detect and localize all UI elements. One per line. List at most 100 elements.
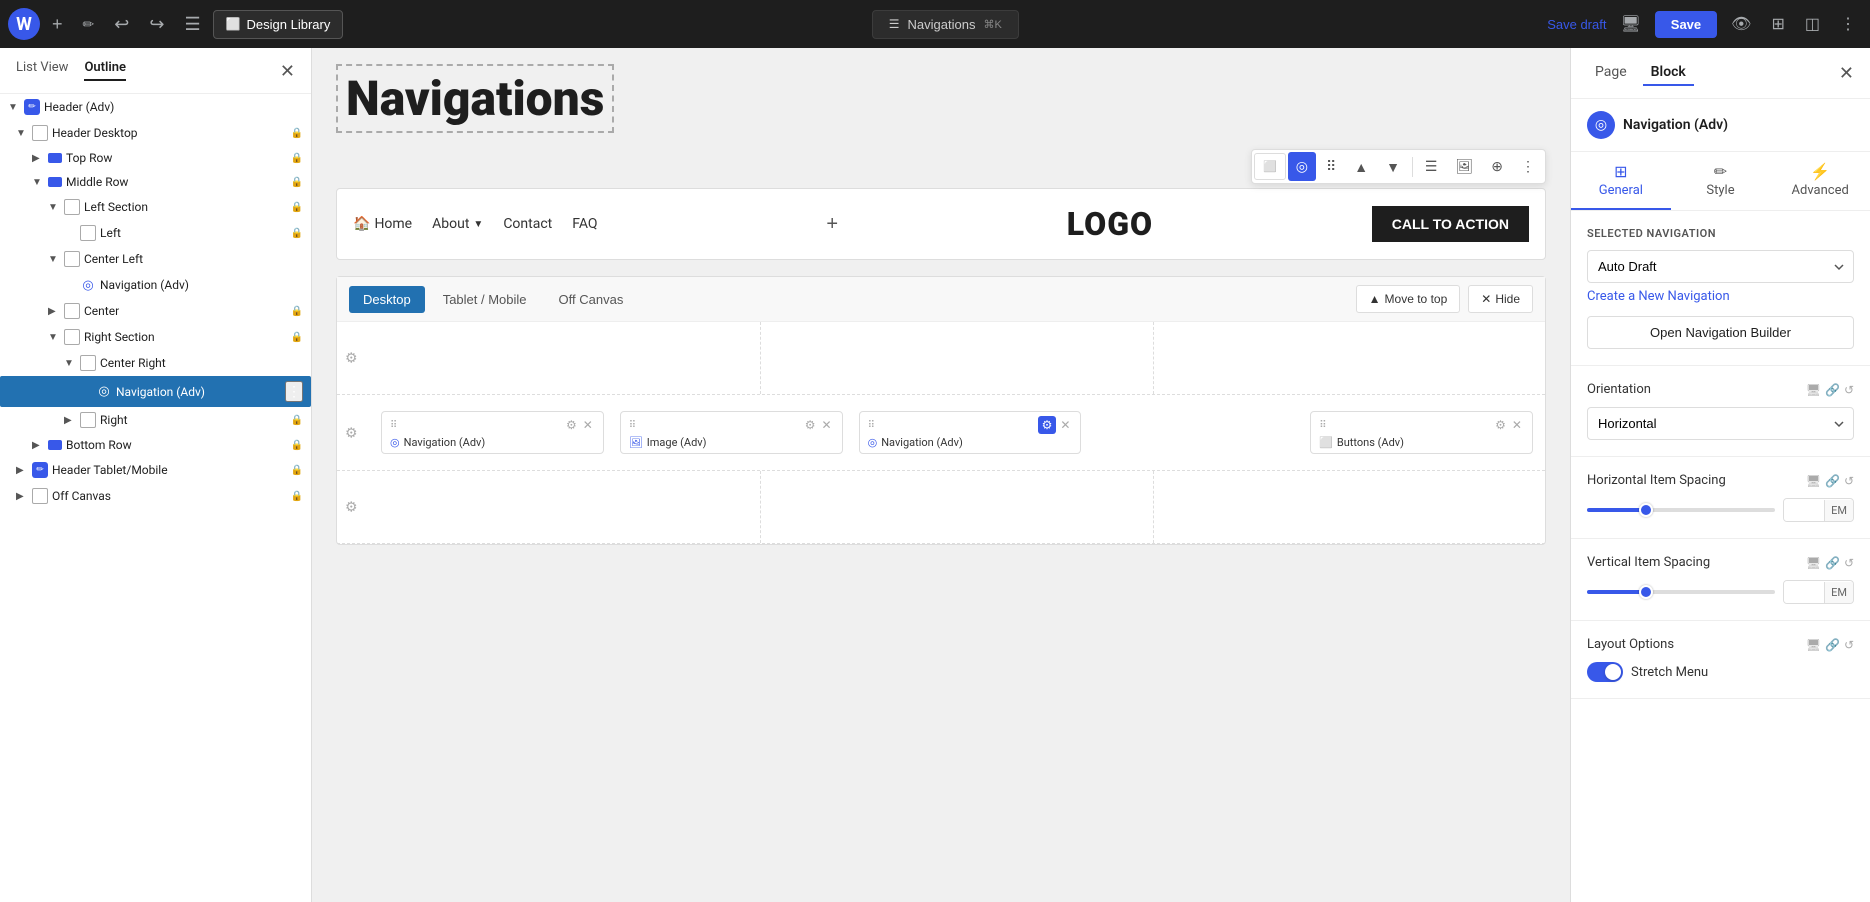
drag-handle-icon[interactable]: ⠿ xyxy=(390,420,397,431)
design-library-button[interactable]: ⬜ Design Library xyxy=(213,10,344,39)
header-desktop-label: Header Desktop xyxy=(52,126,287,140)
tree-item-top-row[interactable]: Top Row 🔒 xyxy=(0,146,311,170)
move-down-button[interactable]: ▼ xyxy=(1378,153,1408,181)
hide-button[interactable]: ✕ Hide xyxy=(1468,285,1533,313)
nav-faq-link[interactable]: FAQ xyxy=(572,216,597,232)
open-nav-builder-button[interactable]: Open Navigation Builder xyxy=(1587,316,1854,349)
nav-add-button[interactable]: + xyxy=(816,208,848,240)
drag-handle-icon[interactable]: ⠿ xyxy=(1319,420,1326,431)
tree-item-middle-row[interactable]: Middle Row 🔒 xyxy=(0,170,311,194)
orientation-reset-icon[interactable]: ↺ xyxy=(1844,383,1854,397)
layout-link-icon[interactable]: 🔗 xyxy=(1825,638,1840,652)
layout-desktop-icon[interactable]: 🖥 xyxy=(1806,638,1821,652)
drag-handle-icon[interactable]: ⠿ xyxy=(629,420,636,431)
tab-block[interactable]: Block xyxy=(1643,60,1694,86)
row-3-settings-button[interactable]: ⚙ xyxy=(345,499,358,516)
align-button[interactable]: ☰ xyxy=(1417,152,1446,181)
v-spacing-reset-icon[interactable]: ↺ xyxy=(1844,556,1854,570)
tab-outline[interactable]: Outline xyxy=(84,60,126,81)
row-1-settings-button[interactable]: ⚙ xyxy=(345,350,358,367)
create-nav-link[interactable]: Create a New Navigation xyxy=(1587,289,1854,304)
add-block-button[interactable]: + xyxy=(44,8,71,41)
sidebar-toggle-button[interactable]: ◫ xyxy=(1799,8,1826,40)
move-up-button[interactable]: ▲ xyxy=(1346,153,1376,181)
blocks-button[interactable]: ☰ xyxy=(176,8,208,41)
tab-page[interactable]: Page xyxy=(1587,60,1635,86)
tree-item-center-left[interactable]: Center Left xyxy=(0,246,311,272)
more-options-button[interactable]: ⋮ xyxy=(1834,8,1862,40)
widget-3-close-button[interactable]: ✕ xyxy=(1058,416,1072,434)
widget-3-settings-button[interactable]: ⚙ xyxy=(1038,416,1057,434)
tree-item-nav-adv-2[interactable]: ◎ Navigation (Adv) ⋮ xyxy=(0,376,311,407)
sub-tab-advanced[interactable]: ⚡ Advanced xyxy=(1770,152,1870,210)
tree-item-off-canvas[interactable]: Off Canvas 🔒 xyxy=(0,483,311,509)
row-2-widgets: ⠿ ⚙ ✕ ◎ Navigation (Adv) xyxy=(369,403,1545,462)
sub-tab-general[interactable]: ⊞ General xyxy=(1571,152,1671,210)
orientation-desktop-icon[interactable]: 🖥 xyxy=(1806,383,1821,397)
selected-nav-select[interactable]: Auto Draft xyxy=(1587,250,1854,283)
tab-list-view[interactable]: List View xyxy=(16,60,68,81)
cta-button[interactable]: CALL TO ACTION xyxy=(1372,206,1529,242)
drag-handle-button[interactable]: ⠿ xyxy=(1318,152,1344,181)
tab-off-canvas[interactable]: Off Canvas xyxy=(545,286,638,313)
drag-handle-icon[interactable]: ⠿ xyxy=(868,420,875,431)
h-spacing-input[interactable] xyxy=(1784,499,1824,521)
widget-1-settings-button[interactable]: ⚙ xyxy=(564,416,579,434)
tab-tablet-mobile[interactable]: Tablet / Mobile xyxy=(429,286,541,313)
v-spacing-slider[interactable] xyxy=(1587,590,1775,594)
tree-item-left-section[interactable]: Left Section 🔒 xyxy=(0,194,311,220)
nav-adv-2-more-button[interactable]: ⋮ xyxy=(285,381,303,402)
widget-1-close-button[interactable]: ✕ xyxy=(581,416,595,434)
desktop-view-button[interactable]: 🖥 xyxy=(1614,8,1646,40)
widget-4-close-button[interactable]: ✕ xyxy=(1510,416,1524,434)
widget-4-settings-button[interactable]: ⚙ xyxy=(1493,416,1508,434)
nav-type-button[interactable]: ◎ xyxy=(1288,152,1316,181)
nav-about-link[interactable]: About ▼ xyxy=(432,216,483,232)
tab-desktop[interactable]: Desktop xyxy=(349,286,425,313)
responsive-icon[interactable]: ⊞ xyxy=(1765,8,1790,40)
layout-reset-icon[interactable]: ↺ xyxy=(1844,638,1854,652)
tree-item-bottom-row[interactable]: Bottom Row 🔒 xyxy=(0,433,311,457)
edit-button[interactable]: ✏ xyxy=(75,10,103,39)
row-2-settings-button[interactable]: ⚙ xyxy=(345,424,358,441)
undo-button[interactable]: ↩ xyxy=(106,8,137,41)
tree-item-right[interactable]: Right 🔒 xyxy=(0,407,311,433)
tree-item-left[interactable]: Left 🔒 xyxy=(0,220,311,246)
widget-2-close-button[interactable]: ✕ xyxy=(820,416,834,434)
tree-item-nav-adv-1[interactable]: ◎ Navigation (Adv) xyxy=(0,272,311,298)
move-to-top-button[interactable]: ▲ Move to top xyxy=(1356,285,1461,313)
tree-item-center[interactable]: Center 🔒 xyxy=(0,298,311,324)
h-spacing-reset-icon[interactable]: ↺ xyxy=(1844,474,1854,488)
add-item-button[interactable]: ⊕ xyxy=(1483,152,1511,181)
more-options-toolbar-button[interactable]: ⋮ xyxy=(1513,152,1543,181)
v-spacing-link-icon[interactable]: 🔗 xyxy=(1825,556,1840,570)
widget-2-settings-button[interactable]: ⚙ xyxy=(803,416,818,434)
wp-logo-icon[interactable]: W xyxy=(8,8,40,40)
tree-item-header-desktop[interactable]: Header Desktop 🔒 xyxy=(0,120,311,146)
nav-home-link[interactable]: 🏠 Home xyxy=(353,216,412,232)
h-spacing-link-icon[interactable]: 🔗 xyxy=(1825,474,1840,488)
tree-item-center-right[interactable]: Center Right xyxy=(0,350,311,376)
left-panel-close-button[interactable]: ✕ xyxy=(280,62,295,80)
v-spacing-desktop-icon[interactable]: 🖥 xyxy=(1806,556,1821,570)
image-button[interactable]: 🖼 xyxy=(1447,152,1481,181)
select-parent-button[interactable]: ⬜ xyxy=(1254,153,1286,180)
right-panel-close-button[interactable]: ✕ xyxy=(1839,63,1854,84)
v-spacing-slider-row: EM xyxy=(1587,580,1854,604)
sub-tab-style[interactable]: ✏ Style xyxy=(1671,152,1771,210)
preview-button[interactable]: 👁 xyxy=(1725,8,1757,40)
orientation-link-icon[interactable]: 🔗 xyxy=(1825,383,1840,397)
orientation-select[interactable]: Horizontal xyxy=(1587,407,1854,440)
redo-button[interactable]: ↪ xyxy=(141,8,172,41)
tree-item-header-tablet[interactable]: ✏ Header Tablet/Mobile 🔒 xyxy=(0,457,311,483)
stretch-menu-toggle[interactable] xyxy=(1587,662,1623,682)
v-spacing-input[interactable] xyxy=(1784,581,1824,603)
h-spacing-desktop-icon[interactable]: 🖥 xyxy=(1806,474,1821,488)
nav-contact-link[interactable]: Contact xyxy=(503,216,552,232)
save-button[interactable]: Save xyxy=(1655,11,1717,38)
nav-pill-button[interactable]: ☰ Navigations ⌘K xyxy=(872,10,1019,39)
save-draft-button[interactable]: Save draft xyxy=(1547,17,1606,32)
tree-item-right-section[interactable]: Right Section 🔒 xyxy=(0,324,311,350)
h-spacing-slider[interactable] xyxy=(1587,508,1775,512)
tree-item-header-adv[interactable]: ✏ Header (Adv) xyxy=(0,94,311,120)
